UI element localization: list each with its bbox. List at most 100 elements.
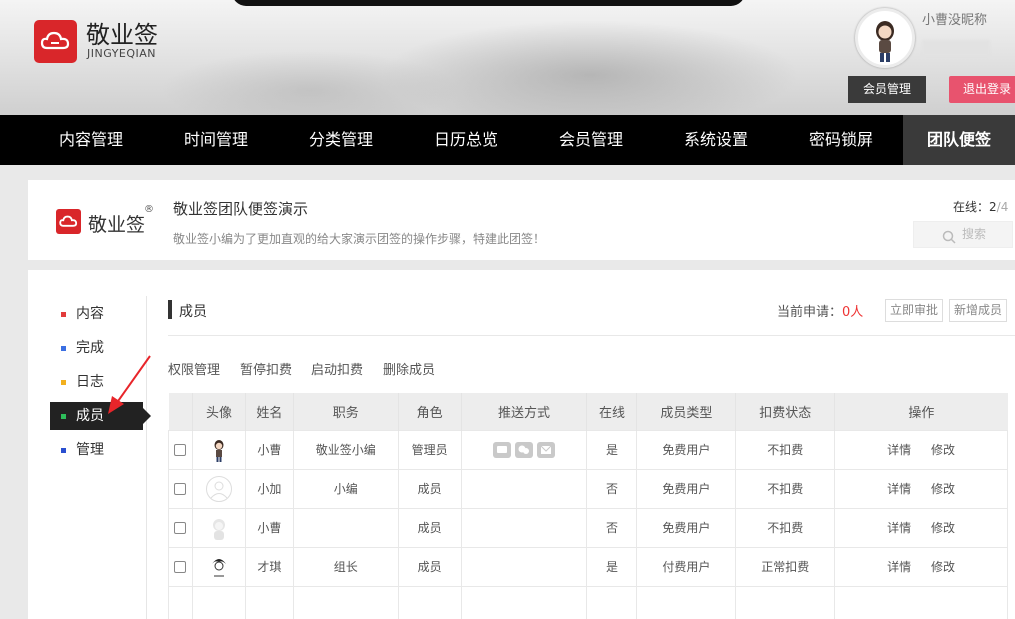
nav-settings[interactable]: 系统设置 — [654, 115, 778, 165]
team-card: 敬业签 ® 敬业签团队便签演示 敬业签小编为了更加直观的给大家演示团签的操作步骤… — [28, 180, 1015, 260]
table-row-empty — [168, 585, 1008, 619]
detail-link[interactable]: 详情 — [887, 443, 911, 457]
member-title — [292, 507, 399, 548]
online-total: 4 — [1000, 200, 1009, 214]
member-name: 小曹 — [244, 507, 294, 548]
row-checkbox[interactable] — [174, 522, 187, 534]
nav-time[interactable]: 时间管理 — [154, 115, 278, 165]
member-role: 管理员 — [397, 429, 462, 470]
member-billing: 不扣费 — [735, 429, 836, 470]
push-methods — [460, 468, 588, 509]
brand-subtitle: JINGYEQIAN — [87, 47, 157, 60]
member-avatar — [205, 475, 232, 502]
row-actions: 详情 修改 — [834, 468, 1008, 509]
member-type: 免费用户 — [636, 429, 737, 470]
edit-link[interactable]: 修改 — [931, 521, 955, 535]
delete-member-link[interactable]: 删除成员 — [383, 359, 435, 378]
row-checkbox[interactable] — [174, 561, 187, 573]
member-type: 免费用户 — [636, 468, 737, 509]
section-marker — [168, 300, 172, 319]
col-actions: 操作 — [834, 393, 1008, 430]
sidebar-item-label: 管理 — [76, 442, 104, 458]
sidebar-item-label: 内容 — [76, 306, 104, 322]
member-avatar — [205, 436, 232, 463]
nav-content[interactable]: 内容管理 — [29, 115, 153, 165]
detail-link[interactable]: 详情 — [887, 482, 911, 496]
push-methods — [460, 429, 588, 470]
nav-calendar[interactable]: 日历总览 — [404, 115, 528, 165]
pending-label: 当前申请： — [777, 305, 843, 320]
row-checkbox[interactable] — [174, 483, 187, 495]
pending-count: 0人 — [842, 305, 864, 320]
section-divider — [168, 335, 1015, 336]
member-role: 成员 — [397, 507, 462, 548]
content-dot-icon — [61, 312, 66, 317]
nav-lock[interactable]: 密码锁屏 — [779, 115, 903, 165]
col-name: 姓名 — [245, 393, 294, 430]
brand-logo-icon[interactable] — [34, 20, 77, 63]
member-title: 组长 — [292, 546, 399, 587]
sidebar-item-label: 日志 — [76, 374, 104, 390]
members-table: 头像 姓名 职务 角色 推送方式 在线 成员类型 扣费状态 操作 小曹 敬业签小… — [168, 393, 1008, 619]
member-role: 成员 — [397, 468, 462, 509]
table-row: 小加 小编 成员 否 免费用户 不扣费 详情 修改 — [168, 468, 1008, 509]
header: 敬业签 JINGYEQIAN 小曹没昵称 会员管理 退出登录 — [0, 0, 1015, 115]
table-row: 小曹 敬业签小编 管理员 是 免费用户 不扣费 详情 修改 — [168, 429, 1008, 470]
members-dot-icon — [61, 414, 66, 419]
search-placeholder: 搜索 — [962, 227, 987, 241]
sidebar-divider — [146, 296, 147, 619]
col-type: 成员类型 — [636, 393, 737, 430]
team-name: 敬业签团队便签演示 — [173, 200, 309, 218]
logout-button[interactable]: 退出登录 — [949, 76, 1015, 103]
log-dot-icon — [61, 380, 66, 385]
user-avatar[interactable] — [855, 8, 915, 68]
section-title: 成员 — [179, 304, 207, 320]
search-input[interactable]: 搜索 — [913, 221, 1013, 248]
row-actions: 详情 修改 — [834, 429, 1008, 470]
row-checkbox[interactable] — [174, 444, 187, 456]
detail-link[interactable]: 详情 — [887, 521, 911, 535]
push-methods — [460, 507, 588, 548]
team-description: 敬业签小编为了更加直观的给大家演示团签的操作步骤，特建此团签！ — [173, 232, 546, 246]
online-number: 2 — [989, 200, 997, 214]
member-billing: 不扣费 — [735, 468, 836, 509]
permission-management-link[interactable]: 权限管理 — [168, 359, 220, 378]
nav-membership[interactable]: 会员管理 — [529, 115, 653, 165]
table-header-row: 头像 姓名 职务 角色 推送方式 在线 成员类型 扣费状态 操作 — [168, 393, 1008, 430]
row-actions: 详情 修改 — [834, 507, 1008, 548]
nav-category[interactable]: 分类管理 — [279, 115, 403, 165]
row-actions: 详情 修改 — [834, 546, 1008, 587]
table-row: 才琪 组长 成员 是 付费用户 正常扣费 详情 修改 — [168, 546, 1008, 587]
edit-link[interactable]: 修改 — [931, 560, 955, 574]
registered-mark: ® — [144, 204, 154, 215]
pending-applications: 当前申请：0人 — [777, 301, 863, 320]
pause-billing-link[interactable]: 暂停扣费 — [240, 359, 292, 378]
approve-button[interactable]: 立即审批 — [885, 299, 943, 322]
member-title: 敬业签小编 — [292, 429, 399, 470]
member-management-button[interactable]: 会员管理 — [848, 76, 926, 103]
mail-icon — [537, 441, 556, 458]
brand-name: 敬业签 — [86, 21, 158, 49]
team-logo-text: 敬业签 — [88, 214, 146, 236]
edit-link[interactable]: 修改 — [931, 443, 955, 457]
online-label: 在线： — [953, 200, 990, 214]
member-avatar — [206, 554, 232, 580]
team-logo-icon — [56, 209, 81, 234]
add-member-button[interactable]: 新增成员 — [949, 299, 1007, 322]
member-billing: 正常扣费 — [735, 546, 836, 587]
start-billing-link[interactable]: 启动扣费 — [311, 359, 363, 378]
nav-team[interactable]: 团队便签 — [903, 115, 1015, 165]
member-billing: 不扣费 — [735, 507, 836, 548]
detail-link[interactable]: 详情 — [887, 560, 911, 574]
col-billing: 扣费状态 — [735, 393, 836, 430]
edit-link[interactable]: 修改 — [931, 482, 955, 496]
done-dot-icon — [61, 346, 66, 351]
col-role: 角色 — [398, 393, 462, 430]
main-panel: 内容 完成 日志 成员 管理 成员 当前申请：0人 立即审批 新增成员 权限管理… — [28, 270, 1015, 619]
col-select — [168, 393, 193, 430]
sidebar-item-manage[interactable]: 管理 — [50, 436, 143, 464]
annotation-arrow-icon — [108, 355, 151, 414]
sidebar-item-content[interactable]: 内容 — [50, 300, 143, 328]
member-online: 否 — [586, 507, 638, 548]
table-row: 小曹 成员 否 免费用户 不扣费 详情 修改 — [168, 507, 1008, 548]
